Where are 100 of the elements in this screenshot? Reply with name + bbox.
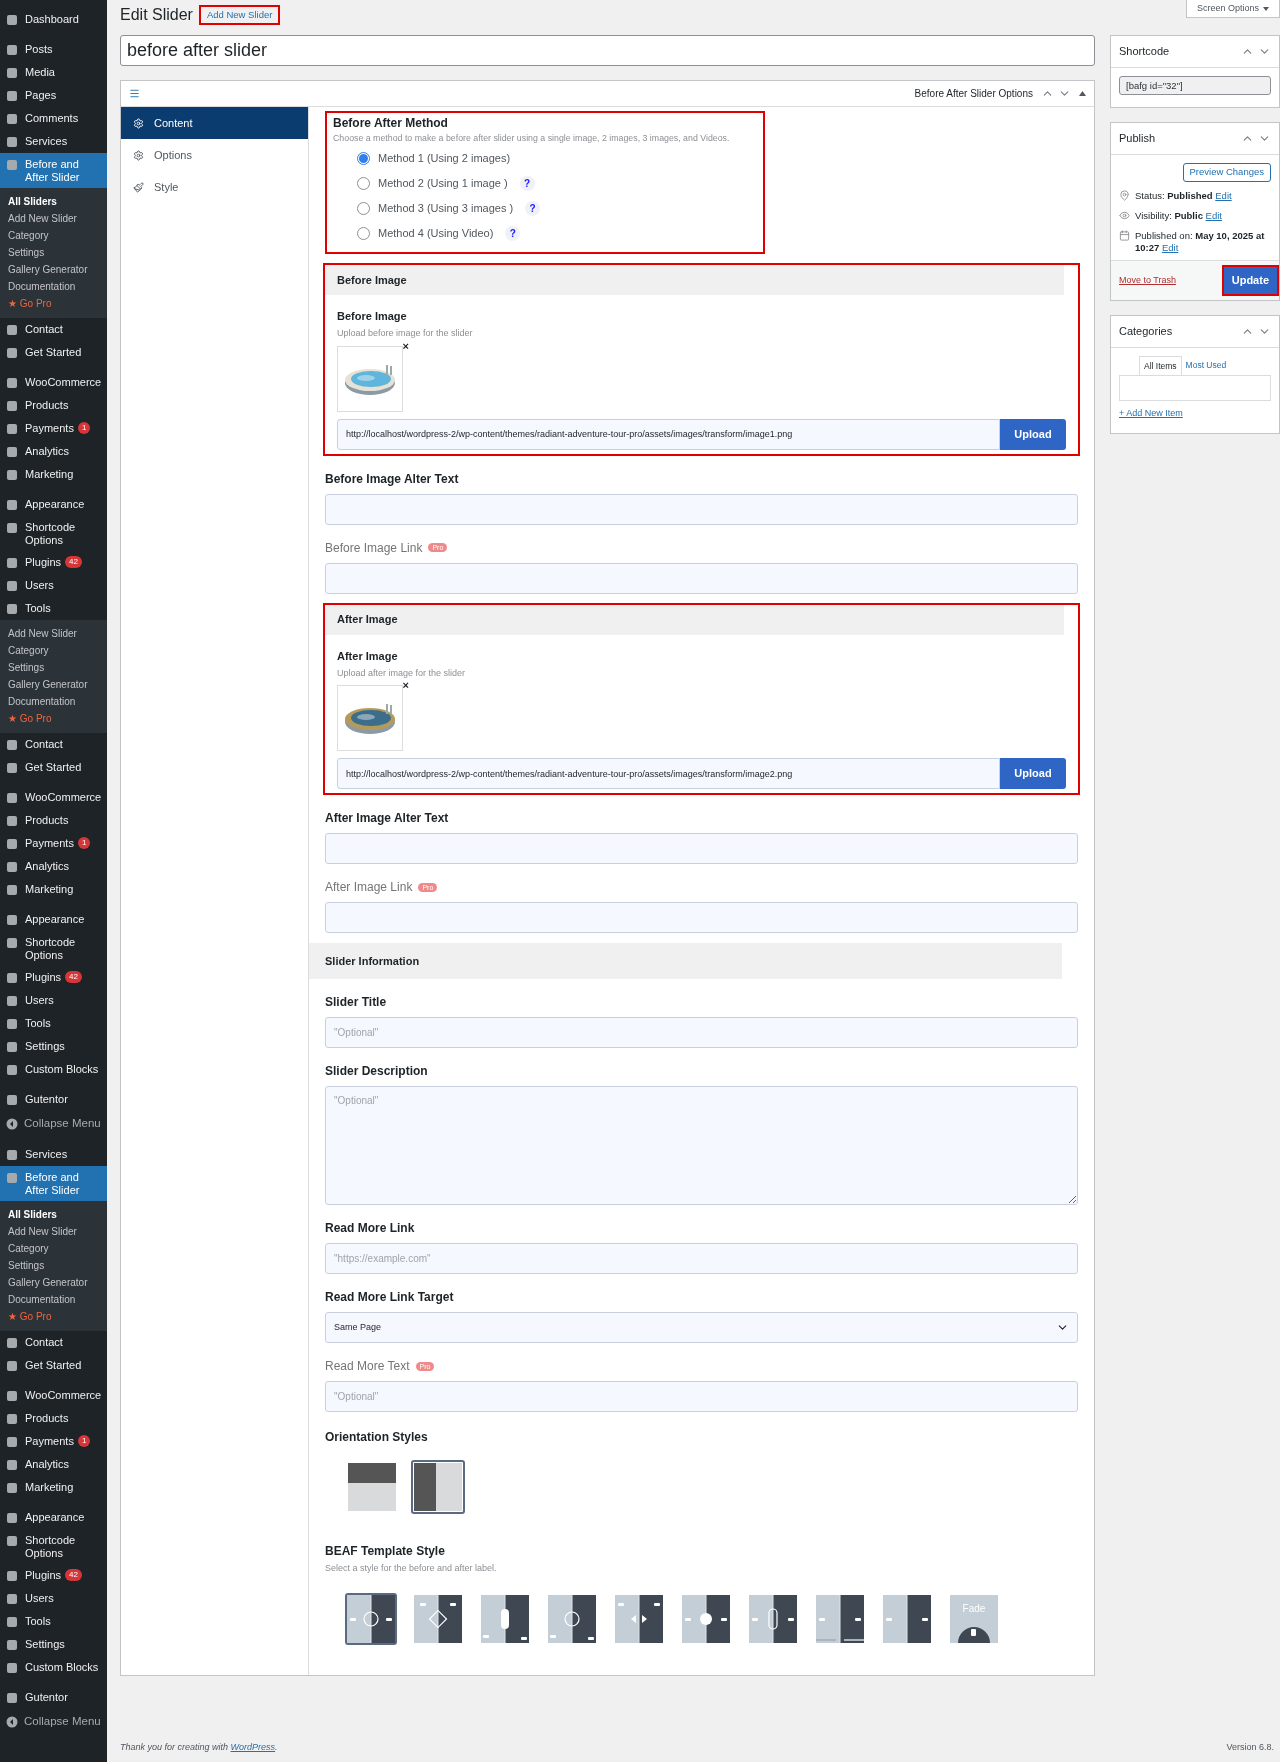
submenu-item[interactable]: Settings (0, 244, 107, 261)
url-field[interactable]: http://localhost/wordpress-2/wp-content/themes/radiant-adventure-tour-pro/assets/images/transform/image2.png (337, 758, 1000, 789)
submenu-item[interactable]: Gallery Generator (0, 676, 107, 693)
text-field[interactable] (325, 833, 1078, 864)
sidebar-item[interactable]: Tools (0, 597, 107, 620)
sidebar-item[interactable]: Appearance (0, 901, 107, 931)
sidebar-item[interactable]: Before and After Slider (0, 1166, 107, 1202)
trash-link[interactable]: Move to Trash (1119, 273, 1177, 288)
settings-tab[interactable]: Style (121, 171, 308, 203)
settings-tab[interactable]: Content (121, 107, 308, 139)
sidebar-item[interactable]: Shortcode Options (0, 516, 107, 551)
update-button[interactable]: Update (1221, 265, 1279, 296)
template-option[interactable] (412, 1592, 464, 1645)
collapse-menu-button[interactable]: Collapse Menu (0, 1709, 107, 1735)
sidebar-item[interactable]: Users (0, 1587, 107, 1611)
shortcode-field[interactable]: [bafg id="32"] (1119, 76, 1271, 95)
add-new-button[interactable]: Add New Slider (198, 5, 281, 25)
sidebar-item[interactable]: Users (0, 574, 107, 597)
submenu-item[interactable]: Gallery Generator (0, 1274, 107, 1292)
sidebar-item[interactable]: Dashboard (0, 8, 107, 31)
upload-button[interactable]: Upload (1000, 418, 1066, 450)
sidebar-item[interactable]: Plugins 42 (0, 966, 107, 989)
sidebar-item[interactable]: Products (0, 809, 107, 832)
radio-label[interactable]: Method 3 (Using 3 images ) (378, 200, 514, 217)
sidebar-item[interactable]: WooCommerce (0, 1377, 107, 1408)
submenu-item[interactable]: Add New Slider (0, 1223, 107, 1241)
sidebar-item[interactable]: Pages (0, 84, 107, 107)
template-option[interactable] (479, 1592, 531, 1645)
sidebar-item[interactable]: Plugins 42 (0, 551, 107, 574)
sidebar-item[interactable]: Contact (0, 1331, 107, 1355)
orientation-option[interactable] (411, 1460, 465, 1514)
sidebar-item[interactable]: Comments (0, 107, 107, 130)
triangle-up-icon[interactable] (1079, 91, 1086, 96)
radio-label[interactable]: Method 1 (Using 2 images) (378, 150, 511, 167)
sidebar-item[interactable]: Users (0, 989, 107, 1012)
sidebar-item[interactable]: Media (0, 61, 107, 84)
edit-link[interactable]: Edit (1215, 190, 1232, 201)
sidebar-item[interactable]: Payments 1 (0, 417, 107, 440)
submenu-item[interactable]: Documentation (0, 1291, 107, 1309)
submenu-item[interactable]: Add New Slider (0, 210, 107, 227)
sidebar-item[interactable]: Contact (0, 733, 107, 756)
template-option[interactable] (680, 1592, 732, 1645)
sidebar-item[interactable]: Get Started (0, 341, 107, 364)
category-tab[interactable]: Most Used (1181, 356, 1231, 375)
sidebar-item[interactable]: WooCommerce (0, 364, 107, 394)
sidebar-item[interactable]: Services (0, 1136, 107, 1167)
upload-button[interactable]: Upload (1000, 758, 1066, 789)
radio-button[interactable] (357, 227, 370, 240)
orientation-option[interactable] (345, 1460, 399, 1514)
radio-label[interactable]: Method 2 (Using 1 image ) (378, 175, 508, 192)
remove-button[interactable]: × (402, 340, 409, 352)
sidebar-item[interactable]: Shortcode Options (0, 931, 107, 966)
sidebar-item[interactable]: Get Started (0, 756, 107, 779)
help-mark[interactable]: ? (519, 176, 535, 191)
edit-link[interactable]: Edit (1161, 242, 1179, 253)
text-field[interactable]: "Optional" (325, 1017, 1078, 1048)
submenu-item[interactable]: Category (0, 1240, 107, 1258)
menu-icon[interactable] (129, 88, 140, 99)
url-field[interactable]: http://localhost/wordpress-2/wp-content/themes/radiant-adventure-tour-pro/assets/images/transform/image1.png (337, 418, 1000, 450)
sidebar-item[interactable]: Gutentor (0, 1679, 107, 1710)
text-field[interactable] (325, 493, 1078, 525)
template-option[interactable] (747, 1592, 799, 1645)
title-field[interactable]: before after slider (120, 35, 1095, 66)
sidebar-item[interactable]: Gutentor (0, 1081, 107, 1111)
template-option[interactable] (881, 1592, 933, 1645)
sidebar-item[interactable]: Marketing (0, 878, 107, 901)
sidebar-item[interactable]: Services (0, 130, 107, 153)
sidebar-item[interactable]: Posts (0, 31, 107, 61)
radio-button[interactable] (357, 202, 370, 215)
sidebar-item[interactable]: Products (0, 394, 107, 417)
text-field[interactable] (325, 902, 1078, 933)
sidebar-item[interactable]: Analytics (0, 855, 107, 878)
sidebar-item[interactable]: Plugins 42 (0, 1564, 107, 1588)
sidebar-item[interactable]: Marketing (0, 1476, 107, 1500)
submenu-item[interactable]: Documentation (0, 278, 107, 295)
radio-label[interactable]: Method 4 (Using Video) (378, 225, 494, 242)
submenu-item[interactable]: Gallery Generator (0, 261, 107, 278)
submenu-item[interactable]: Settings (0, 1257, 107, 1275)
sidebar-item[interactable]: Appearance (0, 486, 107, 516)
sidebar-item[interactable]: Payments 1 (0, 832, 107, 855)
sidebar-item[interactable]: Settings (0, 1035, 107, 1058)
sidebar-item[interactable]: Tools (0, 1610, 107, 1634)
sidebar-item[interactable]: Get Started (0, 1354, 107, 1378)
submenu-item[interactable]: Category (0, 642, 107, 659)
sidebar-item[interactable]: Custom Blocks (0, 1058, 107, 1081)
submenu-item[interactable]: Documentation (0, 693, 107, 710)
remove-button[interactable]: × (402, 680, 409, 691)
collapse-menu-button[interactable]: Collapse Menu (0, 1111, 107, 1137)
sidebar-item[interactable]: Shortcode Options (0, 1529, 107, 1565)
sidebar-item[interactable]: Custom Blocks (0, 1656, 107, 1680)
help-mark[interactable]: ? (525, 201, 541, 216)
radio-button[interactable] (357, 177, 370, 190)
sidebar-item[interactable]: Marketing (0, 463, 107, 486)
sidebar-item[interactable]: Tools (0, 1012, 107, 1035)
sidebar-item[interactable]: Analytics (0, 440, 107, 463)
template-option[interactable] (345, 1592, 397, 1645)
category-tab[interactable]: All Items (1139, 356, 1182, 375)
settings-tab[interactable]: Options (121, 139, 308, 171)
sidebar-item[interactable]: Analytics (0, 1453, 107, 1477)
sidebar-item[interactable]: Appearance (0, 1499, 107, 1530)
